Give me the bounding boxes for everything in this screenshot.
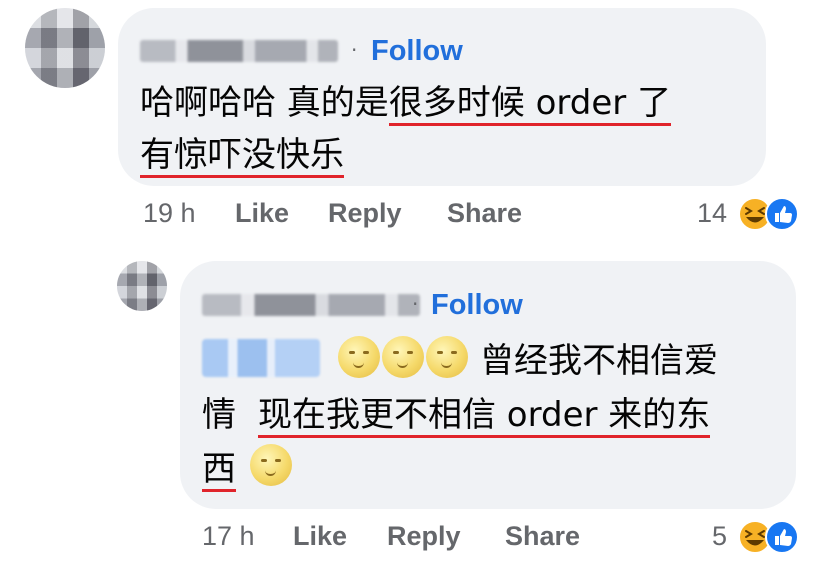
underlined-text: 很多时候 order 了 xyxy=(388,83,672,126)
moon-face-emoji xyxy=(250,444,292,486)
comment-bubble: · Follow 哈啊哈哈 真的是很多时候 order 了 有惊吓没快乐 xyxy=(118,8,766,186)
timestamp[interactable]: 17 h xyxy=(202,521,255,552)
moon-face-emoji xyxy=(338,336,380,378)
timestamp[interactable]: 19 h xyxy=(143,198,196,229)
comment-text-line-2: 情现在我更不相信 order 来的东 xyxy=(202,388,711,442)
underlined-text: 有惊吓没快乐 xyxy=(140,135,344,178)
like-button[interactable]: Like xyxy=(293,521,347,552)
separator-dot: · xyxy=(351,38,358,62)
separator-dot: · xyxy=(412,292,419,316)
reaction-count[interactable]: 5 xyxy=(712,521,727,552)
comment-bubble: · Follow 曾经我不相信爱 情现在我更不相信 order 来的东 西 xyxy=(180,261,796,509)
like-icon xyxy=(765,520,799,554)
share-button[interactable]: Share xyxy=(505,521,580,552)
share-button[interactable]: Share xyxy=(447,198,522,229)
underlined-text: 现在我更不相信 order 来的东 xyxy=(258,395,711,438)
comment-text: 哈啊哈哈 真的是 xyxy=(140,83,389,123)
avatar[interactable] xyxy=(117,261,167,311)
like-icon xyxy=(765,197,799,231)
reply-button[interactable]: Reply xyxy=(387,521,461,552)
moon-face-emoji xyxy=(426,336,468,378)
underlined-text: 西 xyxy=(202,449,236,492)
like-button[interactable]: Like xyxy=(235,198,289,229)
avatar[interactable] xyxy=(25,8,105,88)
comment-text-line-3: 西 xyxy=(202,442,294,496)
author-name[interactable] xyxy=(202,294,420,316)
comment-text-line-2: 有惊吓没快乐 xyxy=(140,128,344,182)
comment-text: 曾经我不相信爱 xyxy=(480,341,718,381)
comment-text-line-1: 曾经我不相信爱 xyxy=(202,334,718,388)
comment-text-line-1: 哈啊哈哈 真的是很多时候 order 了 xyxy=(140,76,672,130)
mentioned-user[interactable] xyxy=(202,339,320,377)
follow-link[interactable]: Follow xyxy=(431,289,523,322)
reply-button[interactable]: Reply xyxy=(328,198,402,229)
author-name[interactable] xyxy=(140,40,338,62)
reaction-icons[interactable] xyxy=(737,196,801,232)
comment-text: 情 xyxy=(202,395,236,435)
reaction-icons[interactable] xyxy=(737,519,801,555)
moon-face-emoji xyxy=(382,336,424,378)
follow-link[interactable]: Follow xyxy=(371,35,463,68)
reaction-count[interactable]: 14 xyxy=(697,198,727,229)
